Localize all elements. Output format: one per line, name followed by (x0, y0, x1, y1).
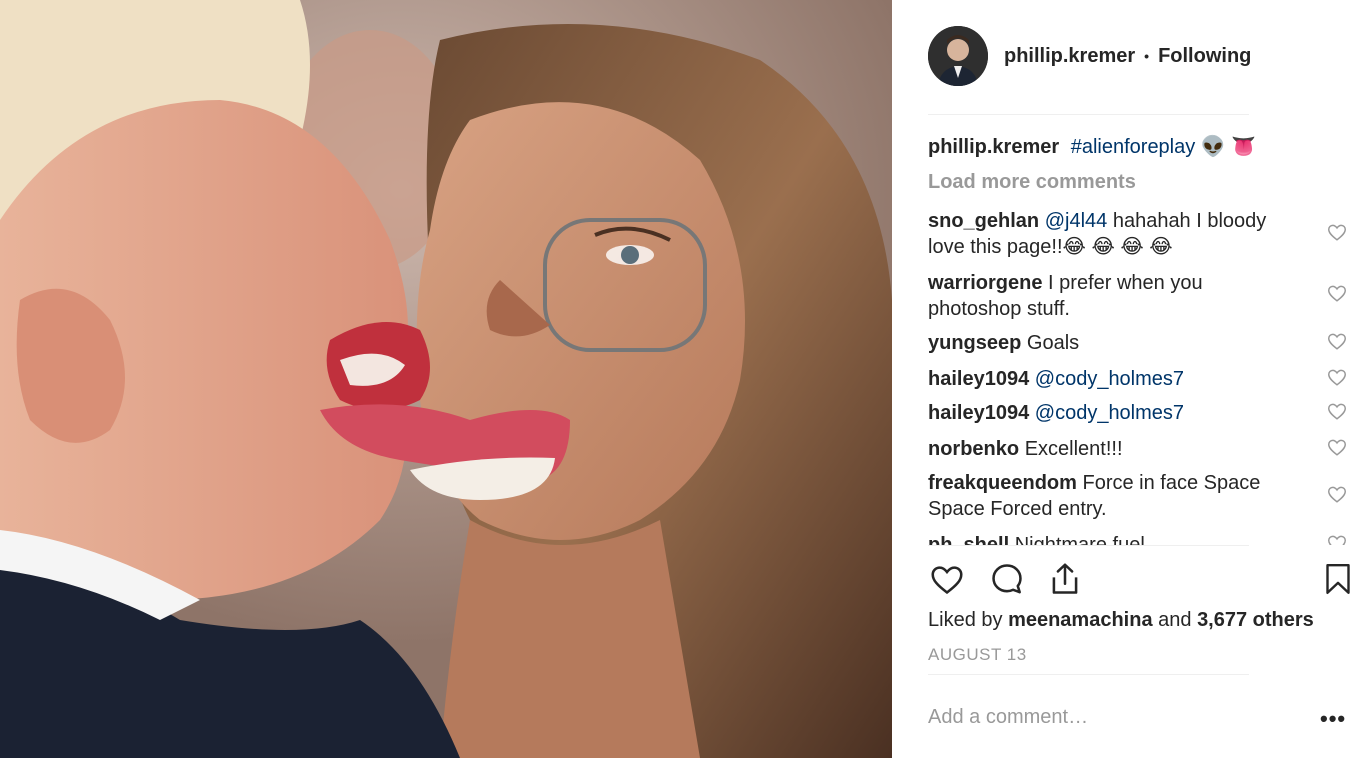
caption-emoji: 👽 👅 (1200, 136, 1257, 158)
share-icon[interactable] (1046, 560, 1084, 598)
author-avatar[interactable] (928, 26, 988, 86)
avatar-image (928, 26, 988, 86)
comment-mention[interactable]: @j4l44 (1045, 210, 1108, 232)
comment-heart-icon[interactable] (1326, 330, 1348, 352)
comment-heart-icon[interactable] (1326, 400, 1348, 422)
post-photo[interactable] (0, 0, 892, 758)
comment-heart-icon[interactable] (1326, 282, 1348, 304)
likes-prefix: Liked by (928, 609, 1009, 631)
comment-text: norbenko Excellent!!! (928, 436, 1288, 462)
load-more-comments-button[interactable]: Load more comments (928, 171, 1136, 194)
comment-text: yungseep Goals (928, 330, 1288, 356)
likes-summary: Liked by meenamachina and 3,677 others (928, 609, 1314, 632)
likes-and: and (1152, 609, 1198, 631)
post-date[interactable]: AUGUST 13 (928, 645, 1027, 665)
comment-row: norbenko Excellent!!! (928, 436, 1348, 462)
comment-heart-icon[interactable] (1326, 221, 1348, 243)
header-separator-dot: • (1144, 48, 1150, 64)
post-caption: phillip.kremer #alienforeplay 👽 👅 (928, 134, 1256, 159)
post-image (0, 0, 892, 758)
caption-hashtag[interactable]: #alienforeplay (1071, 136, 1196, 158)
comment-row: hailey1094 @cody_holmes7 (928, 366, 1348, 392)
comment-body: Goals (1026, 332, 1080, 354)
comment-mention[interactable]: @cody_holmes7 (1035, 402, 1184, 424)
comment-text: freakqueendom Force in face Space Space … (928, 470, 1288, 522)
more-options-icon[interactable]: ••• (1320, 706, 1346, 732)
comment-heart-icon[interactable] (1326, 366, 1348, 388)
comment-body: Nightmare fuel (1014, 534, 1145, 545)
comment-row: warriorgene I prefer when you photoshop … (928, 270, 1348, 322)
comment-body: Excellent!!! (1024, 438, 1123, 460)
comment-username[interactable]: hailey1094 (928, 368, 1029, 390)
post-header: phillip.kremer • Following (928, 26, 1368, 86)
comment-username[interactable]: warriorgene (928, 272, 1042, 294)
add-comment-divider (928, 674, 1249, 675)
likes-user[interactable]: meenamachina (1008, 609, 1153, 631)
comment-row: freakqueendom Force in face Space Space … (928, 470, 1348, 522)
comment-text: ph_shell Nightmare fuel (928, 532, 1288, 545)
add-comment-input[interactable] (928, 702, 1228, 732)
comment-row: sno_gehlan @j4l44 hahahah I bloody love … (928, 208, 1348, 260)
comment-username[interactable]: yungseep (928, 332, 1021, 354)
comment-username[interactable]: hailey1094 (928, 402, 1029, 424)
comments-list[interactable]: phillip.kremer #alienforeplay 👽 👅 Load m… (928, 114, 1368, 545)
author-username[interactable]: phillip.kremer (1004, 45, 1135, 68)
comment-icon[interactable] (988, 560, 1026, 598)
comment-row: ph_shell Nightmare fuel (928, 532, 1348, 545)
comment-row: yungseep Goals (928, 330, 1348, 356)
caption-username[interactable]: phillip.kremer (928, 136, 1059, 158)
comment-text: sno_gehlan @j4l44 hahahah I bloody love … (928, 208, 1288, 260)
comment-username[interactable]: ph_shell (928, 534, 1009, 545)
comment-mention[interactable]: @cody_holmes7 (1035, 368, 1184, 390)
bookmark-icon[interactable] (1320, 560, 1356, 598)
comment-heart-icon[interactable] (1326, 436, 1348, 458)
comment-username[interactable]: sno_gehlan (928, 210, 1039, 232)
likes-count[interactable]: 3,677 others (1197, 609, 1314, 631)
following-button[interactable]: Following (1158, 45, 1251, 68)
comment-heart-icon[interactable] (1326, 483, 1348, 505)
comment-row: hailey1094 @cody_holmes7 (928, 400, 1348, 426)
comment-username[interactable]: freakqueendom (928, 472, 1077, 494)
action-bar (928, 560, 1350, 600)
comment-text: hailey1094 @cody_holmes7 (928, 400, 1288, 426)
comment-text: warriorgene I prefer when you photoshop … (928, 270, 1288, 322)
comment-username[interactable]: norbenko (928, 438, 1019, 460)
post-sidebar: phillip.kremer • Following phillip.kreme… (892, 0, 1368, 758)
heart-icon[interactable] (928, 560, 966, 598)
comment-heart-icon[interactable] (1326, 532, 1348, 545)
comment-text: hailey1094 @cody_holmes7 (928, 366, 1288, 392)
header-text: phillip.kremer • Following (1004, 45, 1251, 68)
comments-divider (928, 545, 1249, 546)
